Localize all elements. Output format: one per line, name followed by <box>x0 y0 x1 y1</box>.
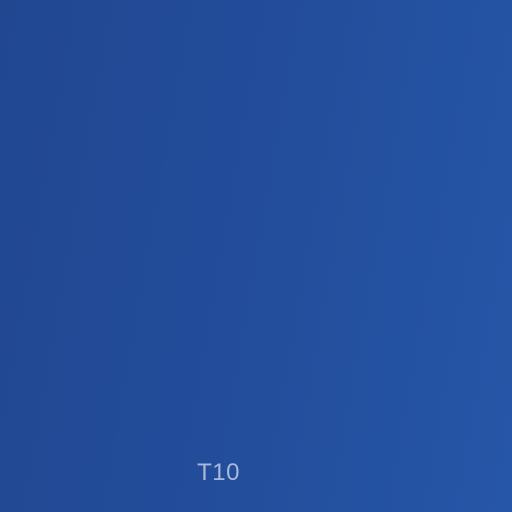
blue-background-panel: T10 <box>0 0 512 512</box>
screen-label: T10 <box>197 459 240 486</box>
